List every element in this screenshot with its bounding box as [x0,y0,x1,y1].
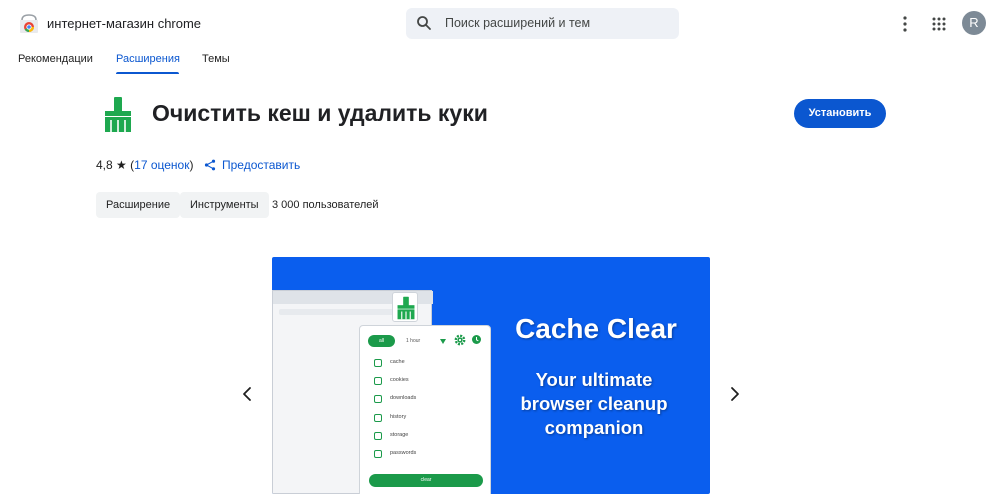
popup-option-label: downloads [390,395,417,401]
ratings-count-close-paren: ) [189,158,194,172]
checkbox-icon [374,450,382,458]
search-input[interactable]: Поиск расширений и тем [445,16,590,30]
checkbox-icon [374,377,382,385]
popup-all-toggle: all [368,335,395,347]
tab-extensions[interactable]: Расширения [116,53,180,65]
ratings-count-link[interactable]: 17 оценок [134,158,189,172]
popup-extension-icon [392,292,418,322]
slide-title: Cache Clear [515,313,677,344]
broom-icon [105,97,131,132]
broom-icon [397,296,415,320]
chip-tools[interactable]: Инструменты [180,192,269,218]
chevron-right-icon[interactable] [727,386,741,402]
search-box[interactable]: Поиск расширений и тем [406,8,679,39]
tab-recommendations[interactable]: Рекомендации [18,53,93,65]
slide-subtitle: Your ultimate browser cleanup companion [520,369,668,438]
popup-option-label: cookies [390,377,409,383]
popup-clear-button: clear [369,474,483,487]
share-icon [204,159,216,171]
install-button[interactable]: Установить [794,99,886,128]
checkbox-icon [374,395,382,403]
chevron-left-icon[interactable] [241,386,255,402]
category-nav: Рекомендации Расширения Темы [0,48,1000,76]
screenshot-slide[interactable]: all 1 hour cache cookies downloads histo… [272,257,710,494]
users-count: 3 000 пользователей [272,199,379,211]
chip-extension[interactable]: Расширение [96,192,181,218]
tab-themes[interactable]: Темы [202,53,230,65]
active-tab-indicator [116,72,179,74]
avatar[interactable]: R [962,11,986,35]
store-title[interactable]: интернет-магазин chrome [47,16,201,31]
star-icon: ★ [116,158,127,172]
popup-option-label: storage [390,432,409,438]
gear-icon [454,334,466,346]
rating-row: 4,8 ★ (17 оценок) [96,158,193,172]
history-icon [472,335,481,344]
checkbox-icon [374,432,382,440]
browser-address-bar [279,309,409,315]
extension-popup-mockup: all 1 hour cache cookies downloads histo… [359,325,491,494]
checkbox-icon [374,359,382,367]
search-icon [417,16,431,30]
share-label: Предоставить [222,158,301,172]
page-title: Очистить кеш и удалить куки [152,100,488,126]
share-button[interactable]: Предоставить [204,158,300,172]
popup-option-label: history [390,414,407,420]
popup-option-label: cache [390,359,405,365]
popup-option-label: passwords [390,450,417,456]
chrome-web-store-logo-icon[interactable] [18,14,40,34]
checkbox-icon [374,414,382,422]
caret-down-icon [440,339,446,344]
rating-value: 4,8 [96,158,113,172]
popup-time-select: 1 hour [406,338,421,344]
top-bar: интернет-магазин chrome Поиск расширений… [0,0,1000,48]
apps-grid-icon[interactable] [931,16,947,32]
more-vert-icon[interactable] [897,14,913,34]
